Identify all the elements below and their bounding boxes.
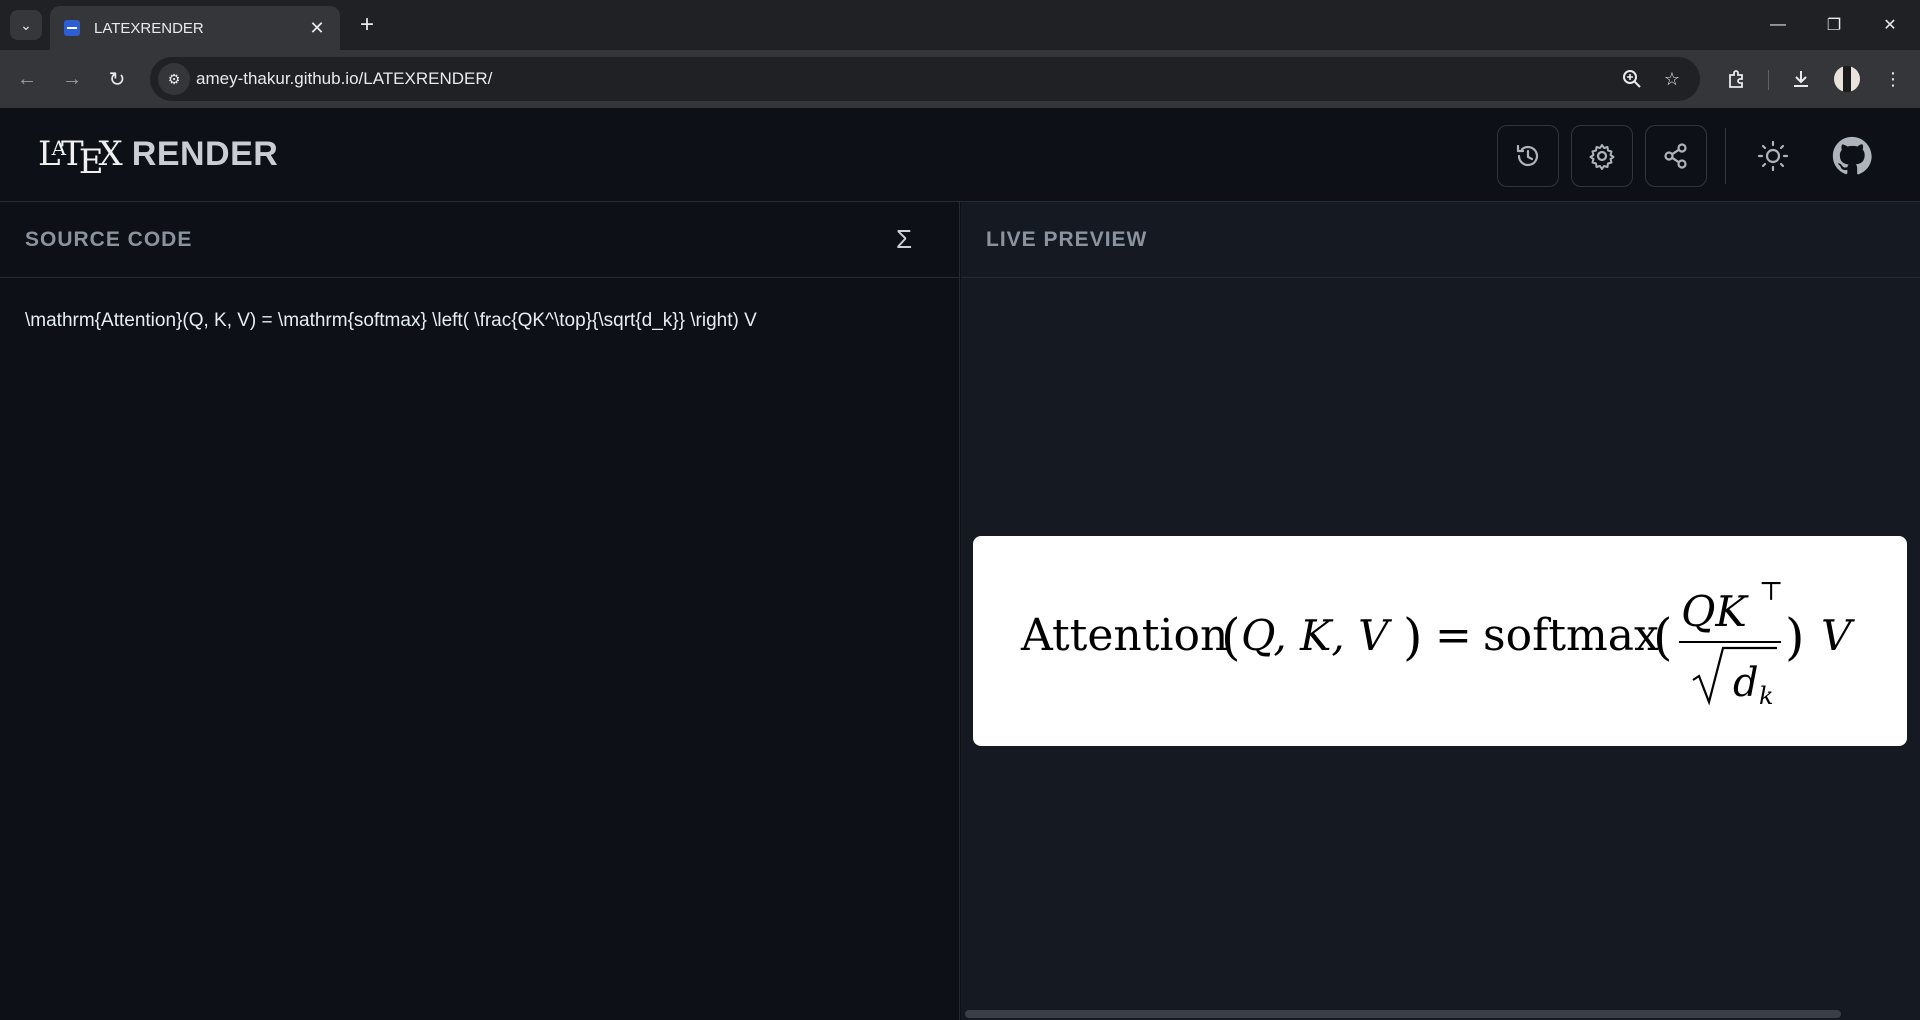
github-icon [1832, 136, 1872, 175]
site-info-icon[interactable]: ⚙ [158, 63, 190, 95]
reload-icon[interactable]: ↻ [100, 62, 134, 96]
history-icon [1516, 144, 1539, 167]
download-icon[interactable] [1788, 66, 1814, 92]
sun-icon [1757, 140, 1789, 172]
extensions-icon[interactable] [1724, 66, 1750, 92]
settings-button[interactable] [1571, 125, 1633, 187]
eq-paren-open: ( [1221, 608, 1241, 666]
logo-latex: LATEX [38, 134, 123, 182]
url-text[interactable]: amey-thakur.github.io/LATEXRENDER/ [196, 69, 492, 89]
tab-title: LATEXRENDER [94, 19, 204, 37]
eq-args: Q, K, V [1241, 611, 1392, 660]
tab-search-chevron-icon[interactable]: ⌄ [10, 10, 42, 40]
favicon-icon [64, 20, 80, 36]
eq-numerator: QK [1681, 587, 1749, 636]
preview-horizontal-scrollbar[interactable] [965, 1010, 1841, 1018]
rendered-equation-card: Attention ( Q, K, V ) = softmax ( QK ⊤ d… [973, 536, 1907, 746]
new-tab-plus-icon[interactable]: + [352, 10, 382, 40]
eq-softmax: softmax [1483, 610, 1659, 661]
zoom-icon[interactable] [1620, 67, 1644, 91]
browser-tabbar: ⌄ LATEXRENDER ✕ + ― ❐ ✕ [0, 0, 1920, 50]
preview-panel-title: LIVE PREVIEW [986, 228, 1148, 251]
theme-toggle-button[interactable] [1745, 128, 1801, 184]
eq-trailing-v: V [1821, 611, 1855, 660]
source-panel: SOURCE CODE Σ \mathrm{Attention}(Q, K, V… [0, 202, 960, 1020]
back-arrow-icon[interactable]: ← [10, 62, 44, 96]
share-button[interactable] [1645, 125, 1707, 187]
rendered-equation: Attention ( Q, K, V ) = softmax ( QK ⊤ d… [1020, 577, 1855, 710]
bookmark-star-icon[interactable]: ☆ [1660, 67, 1684, 91]
app-logo[interactable]: LATEX RENDER [38, 134, 279, 182]
preview-panel: LIVE PREVIEW Attention ( Q, K, V ) = sof… [961, 202, 1920, 1020]
browser-menu-icon[interactable]: ⋮ [1880, 66, 1906, 92]
restore-icon[interactable]: ❐ [1806, 0, 1862, 50]
browser-toolbar: ← → ↻ ⚙ amey-thakur.github.io/LATEXRENDE… [0, 50, 1920, 108]
header-divider [1725, 128, 1726, 184]
eq-left-paren: ( [1653, 608, 1673, 666]
logo-render: RENDER [131, 135, 279, 173]
eq-equals: = [1435, 610, 1472, 661]
eq-paren-close: ) [1403, 608, 1423, 666]
eq-function-name: Attention [1020, 610, 1228, 661]
profile-avatar[interactable] [1834, 66, 1860, 92]
preview-panel-header: LIVE PREVIEW [961, 202, 1920, 278]
address-bar[interactable]: ⚙ amey-thakur.github.io/LATEXRENDER/ ☆ [150, 57, 1700, 101]
history-button[interactable] [1497, 125, 1559, 187]
eq-denominator-sub: k [1759, 682, 1774, 710]
eq-denominator-var: d [1733, 660, 1759, 706]
eq-right-paren: ) [1785, 608, 1805, 666]
source-panel-header: SOURCE CODE Σ [0, 202, 959, 278]
eq-transpose: ⊤ [1759, 577, 1783, 607]
app-header: LATEX RENDER [0, 108, 1920, 202]
tab-close-icon[interactable]: ✕ [308, 18, 326, 39]
browser-tab[interactable]: LATEXRENDER ✕ [50, 6, 340, 50]
gear-icon [1589, 144, 1615, 170]
github-link[interactable] [1824, 128, 1880, 184]
sigma-icon[interactable]: Σ [896, 224, 912, 255]
source-panel-title: SOURCE CODE [25, 228, 193, 251]
latex-source-editor[interactable]: \mathrm{Attention}(Q, K, V) = \mathrm{so… [25, 310, 757, 332]
share-icon [1664, 143, 1687, 169]
toolbar-divider [1768, 70, 1769, 90]
forward-arrow-icon[interactable]: → [55, 62, 89, 96]
window-close-icon[interactable]: ✕ [1862, 0, 1918, 50]
minimize-icon[interactable]: ― [1750, 0, 1806, 50]
